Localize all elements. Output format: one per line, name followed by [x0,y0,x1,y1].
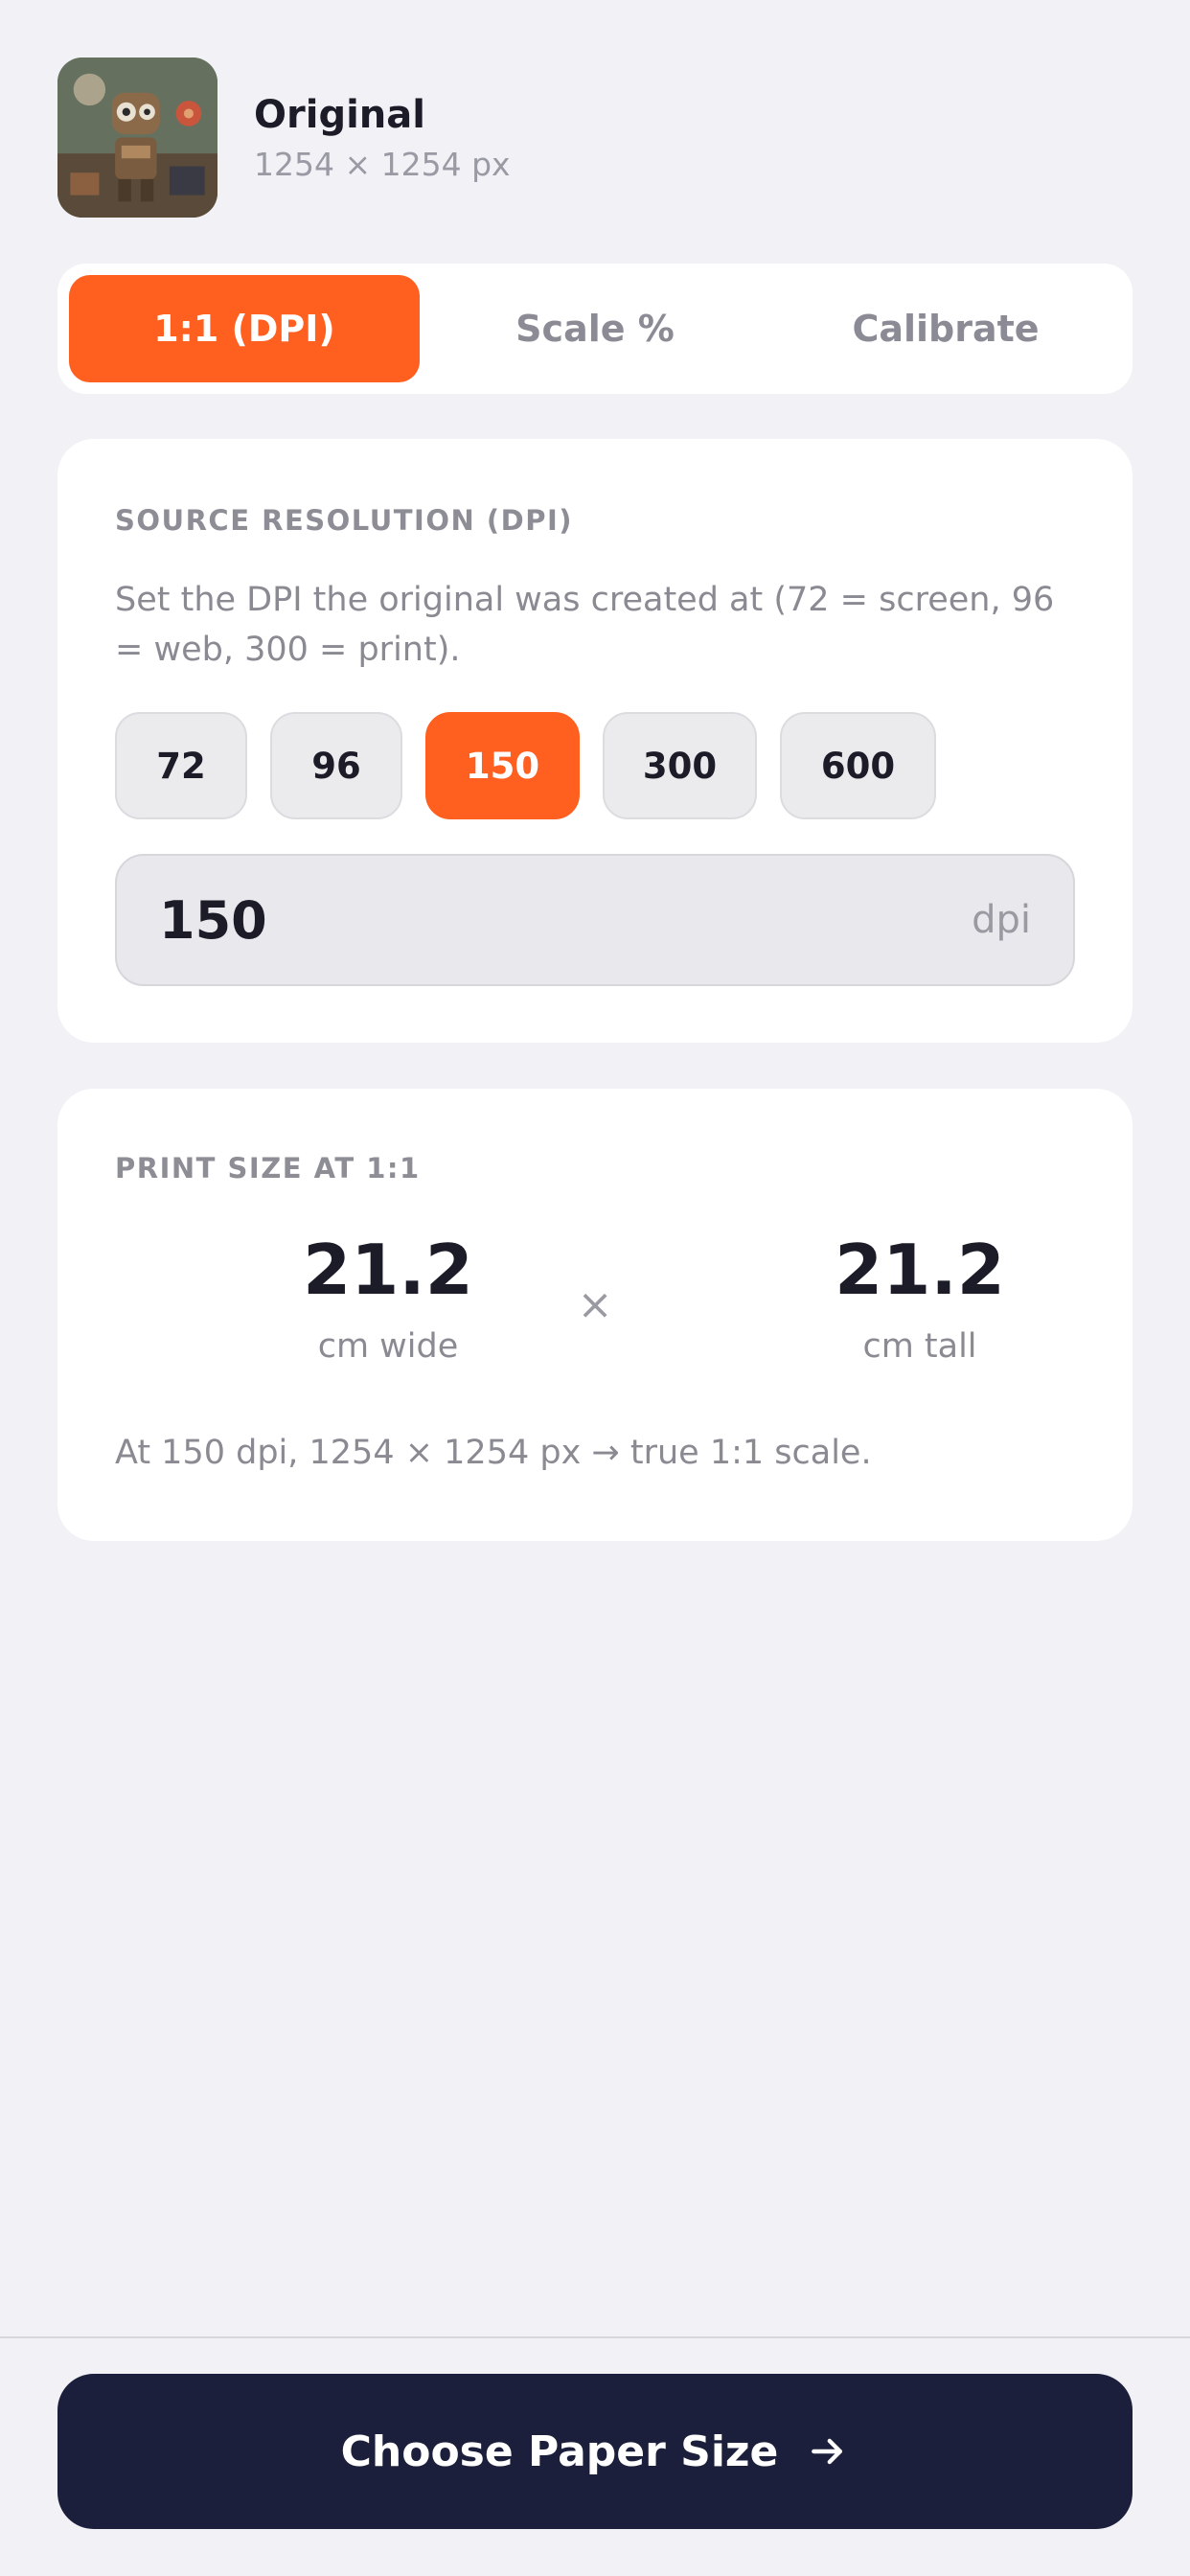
times-icon: × [577,1280,613,1329]
tab-scale[interactable]: Scale % [420,275,770,382]
image-dimensions: 1254 × 1254 px [254,146,511,183]
dpi-preset-72[interactable]: 72 [115,712,247,819]
source-resolution-label: SOURCE RESOLUTION (DPI) [115,504,573,537]
print-height: 21.2 cm tall [776,1230,1064,1367]
dpi-input-value[interactable]: 150 [159,890,267,951]
dpi-input[interactable]: 150 dpi [115,854,1075,986]
footer-divider [0,2336,1190,2338]
dpi-preset-300[interactable]: 300 [603,712,757,819]
print-width: 21.2 cm wide [244,1230,532,1367]
print-size-card: PRINT SIZE AT 1:1 21.2 cm wide × 21.2 cm… [57,1089,1133,1541]
cta-label: Choose Paper Size [340,2426,779,2476]
choose-paper-size-button[interactable]: Choose Paper Size [57,2374,1133,2529]
print-scale-note: At 150 dpi, 1254 × 1254 px → true 1:1 sc… [115,1434,872,1472]
print-size-label: PRINT SIZE AT 1:1 [115,1152,421,1184]
mode-tabs: 1:1 (DPI) Scale % Calibrate [57,264,1133,394]
arrow-right-icon [807,2430,849,2472]
image-thumbnail [57,58,217,218]
image-title: Original [254,93,425,137]
dpi-unit-label: dpi [972,898,1031,942]
tab-calibrate[interactable]: Calibrate [770,275,1121,382]
dpi-preset-150[interactable]: 150 [425,712,580,819]
dpi-preset-600[interactable]: 600 [780,712,936,819]
robot-artwork-icon [57,58,217,218]
tab-dpi[interactable]: 1:1 (DPI) [69,275,420,382]
print-height-value: 21.2 [835,1230,1005,1310]
dpi-preset-96[interactable]: 96 [270,712,402,819]
dpi-presets: 72 96 150 300 600 [115,712,959,819]
header-text: Original 1254 × 1254 px [254,92,511,183]
print-height-label: cm tall [862,1327,977,1367]
image-header: Original 1254 × 1254 px [57,58,511,218]
print-width-label: cm wide [317,1327,459,1367]
print-width-value: 21.2 [303,1230,473,1310]
source-resolution-description: Set the DPI the original was created at … [115,581,1055,669]
source-resolution-card: SOURCE RESOLUTION (DPI) Set the DPI the … [57,439,1133,1043]
